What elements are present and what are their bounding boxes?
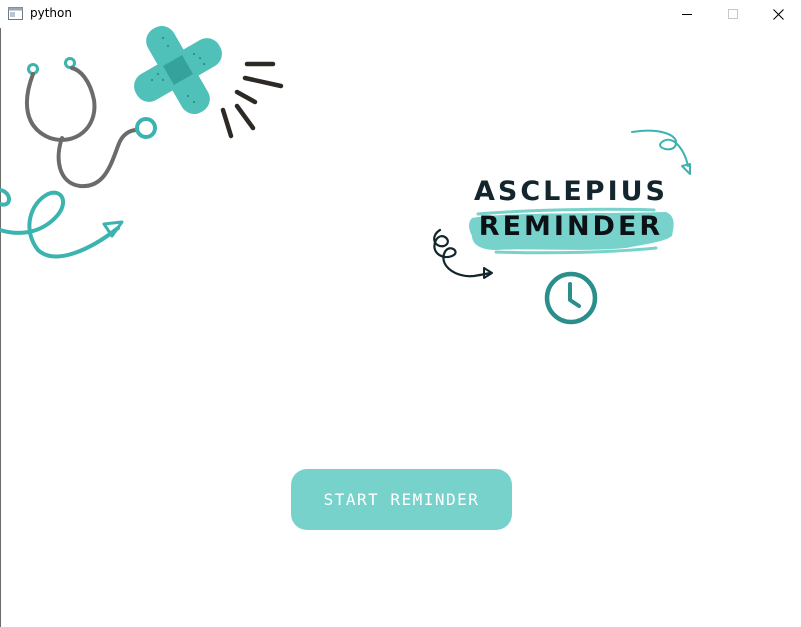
title-bar[interactable]: python <box>0 0 801 28</box>
maximize-icon <box>728 9 738 19</box>
main-content: ASCLEPIUS REMINDER START REMINDER <box>0 26 801 627</box>
curly-arrow-icon <box>0 188 124 259</box>
clock-icon <box>544 271 598 325</box>
close-button[interactable] <box>755 0 801 28</box>
curly-arrow-icon <box>631 129 691 175</box>
minimize-icon <box>682 14 692 15</box>
curly-arrow-icon <box>433 228 493 279</box>
maximize-button[interactable] <box>710 0 756 28</box>
bandage-icon <box>134 26 222 114</box>
app-title: ASCLEPIUS <box>473 176 668 207</box>
burst-lines-icon <box>220 61 284 139</box>
app-window: python ASCLEPIUS REMINDER START REMINDER <box>0 0 801 627</box>
close-icon <box>772 8 784 20</box>
window-title: python <box>30 6 72 20</box>
minimize-button[interactable] <box>664 0 710 28</box>
start-reminder-button[interactable]: START REMINDER <box>291 469 512 530</box>
app-icon <box>8 7 23 20</box>
